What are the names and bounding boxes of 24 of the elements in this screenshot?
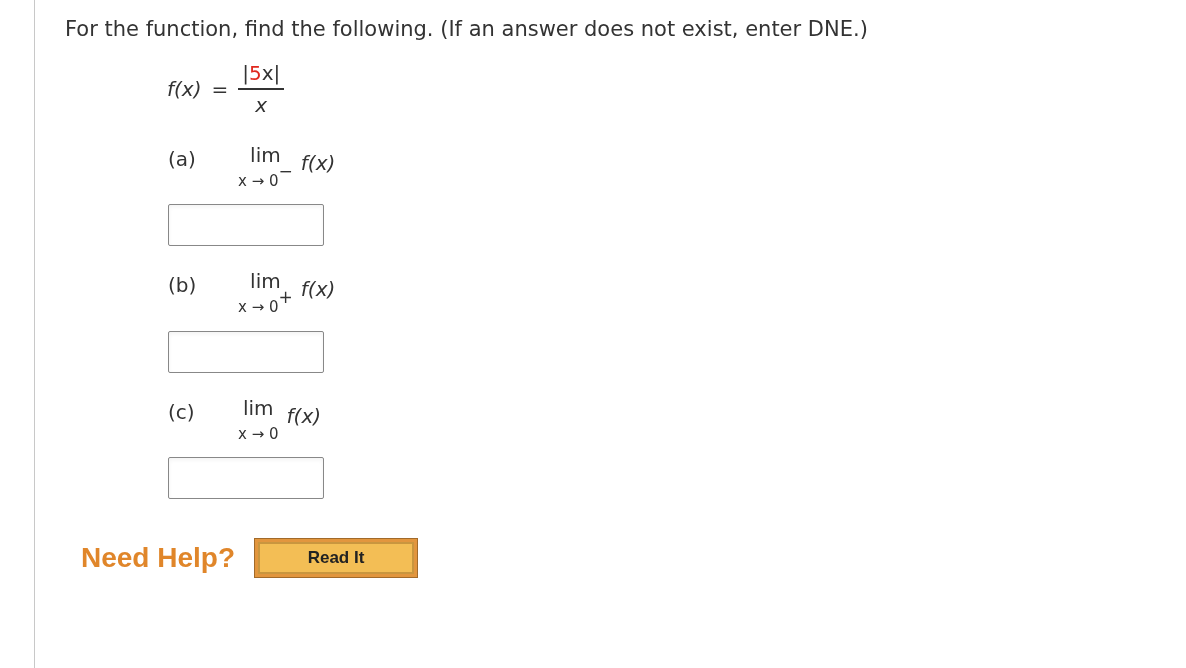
instruction-text: For the function, find the following. (If an answer does not exist, enter DNE.)	[65, 16, 868, 43]
limit-operator: lim	[242, 394, 274, 422]
limit-operator: lim	[250, 141, 281, 169]
function-name: f(x)	[167, 75, 202, 103]
limit-side: −	[278, 163, 293, 178]
limit-operator: lim	[250, 268, 281, 293]
part-label: (b)	[168, 272, 198, 299]
answer-field[interactable]	[168, 330, 324, 373]
answer-field[interactable]	[168, 457, 324, 499]
answer-field[interactable]	[168, 204, 324, 246]
limit-expression: f(x)	[300, 149, 336, 177]
limit-subscript: x → 0	[238, 423, 279, 445]
limit-subscript: x → 0	[238, 170, 279, 192]
part-label: (a)	[168, 145, 197, 173]
part-label: (c)	[168, 398, 196, 426]
limit-subscript: x → 0	[238, 297, 279, 318]
limit-expression: f(x)	[286, 402, 321, 430]
fraction-denominator: x	[255, 91, 268, 119]
equals-sign: =	[211, 75, 229, 103]
limit-side: +	[278, 290, 293, 304]
need-help-text: Need Help?	[81, 541, 236, 575]
read-it-button[interactable]: Read It	[255, 539, 418, 577]
fraction-numerator: |5x|	[238, 57, 285, 90]
limit-expression: f(x)	[300, 276, 336, 303]
